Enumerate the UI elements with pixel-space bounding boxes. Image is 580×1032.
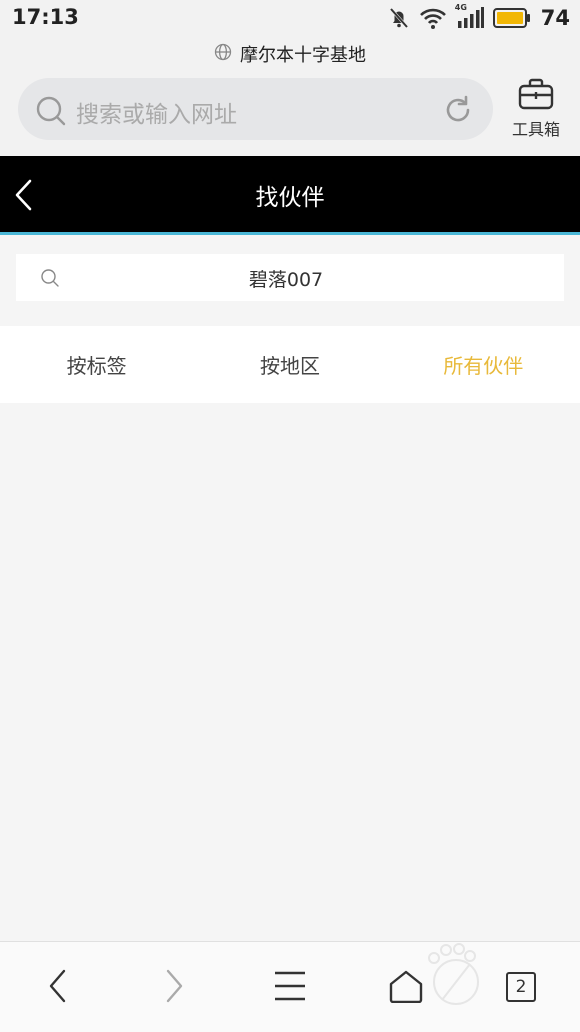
site-title-bar: 摩尔本十字基地: [0, 41, 580, 67]
site-title: 摩尔本十字基地: [240, 45, 366, 66]
url-search-placeholder: 搜索或输入网址: [76, 102, 237, 128]
status-icons: 4G 74: [387, 3, 570, 31]
filter-tabs: 按标签 按地区 所有伙伴: [0, 326, 580, 403]
url-search-box[interactable]: 搜索或输入网址: [18, 78, 493, 140]
partner-search-input[interactable]: 碧落007: [16, 254, 564, 301]
nav-forward-icon[interactable]: [154, 966, 194, 1006]
battery-level: 74: [540, 6, 570, 30]
menu-icon[interactable]: [270, 966, 310, 1006]
paw-watermark-icon: [424, 942, 494, 1016]
status-time: 17:13: [12, 5, 79, 29]
network-type-label: 4G: [454, 3, 467, 12]
page-title: 找伙伴: [255, 185, 325, 211]
browser-url-strip: 摩尔本十字基地 搜索或输入网址 工具箱: [0, 36, 580, 156]
app-header: 找伙伴: [0, 156, 580, 235]
reload-icon[interactable]: [443, 95, 473, 129]
partner-list-empty: [0, 403, 580, 941]
browser-bottom-bar: 2: [0, 941, 580, 1032]
nav-back-icon[interactable]: [38, 966, 78, 1006]
globe-icon: [214, 43, 232, 65]
tabs-count-button[interactable]: 2: [506, 972, 536, 1002]
tab-by-tag[interactable]: 按标签: [0, 326, 193, 403]
signal-icon: 4G: [454, 3, 485, 30]
search-icon: [36, 96, 66, 130]
partner-search-value: 碧落007: [248, 269, 324, 291]
toolbox-label: 工具箱: [511, 120, 560, 139]
wifi-icon: [419, 6, 447, 30]
toolbox-icon: [518, 78, 554, 114]
mute-bell-icon: [387, 6, 411, 30]
partner-search-area: 碧落007: [0, 235, 580, 323]
home-icon[interactable]: [386, 966, 426, 1006]
tab-all-partners[interactable]: 所有伙伴: [387, 326, 580, 403]
toolbox-button[interactable]: 工具箱: [504, 78, 568, 140]
status-bar: 17:13 4G 74: [0, 0, 580, 36]
battery-icon: [492, 7, 531, 29]
tab-by-region[interactable]: 按地区: [193, 326, 386, 403]
